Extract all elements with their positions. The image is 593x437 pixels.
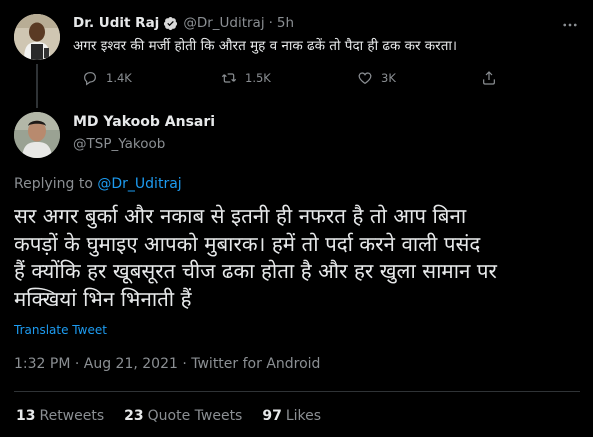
share-button[interactable] [481,70,505,86]
retweet-icon [221,73,237,83]
quote-tweets-stat[interactable]: 23 Quote Tweets [124,408,242,424]
tweet-line: हैं क्योंकि हर खूबसूरत चीज ढका होता है औ… [14,259,497,283]
reply-count: 1.4K [106,71,132,85]
parent-actions: 1.4K 1.5K 3K [0,70,593,86]
retweets-label: Retweets [39,408,105,424]
avatar-udit-raj[interactable] [14,14,60,60]
replying-prefix: Replying to [14,176,98,192]
parent-handle[interactable]: @Dr_Uditraj [183,15,264,31]
retweets-stat[interactable]: 13 Retweets [16,408,104,424]
parent-author-name[interactable]: Dr. Udit Raj [73,15,159,31]
retweets-count: 13 [16,408,36,424]
quotes-label: Quote Tweets [147,408,243,424]
replying-to-link[interactable]: @Dr_Uditraj [97,176,181,192]
main-handle[interactable]: @TSP_Yakoob [73,136,165,152]
main-tweet-text: सर अगर बुर्का और नकाब से इतनी ही नफरत है… [14,203,579,313]
header-separator: · [268,15,273,31]
quotes-count: 23 [124,408,144,424]
like-count: 3K [381,71,396,85]
main-author-name[interactable]: MD Yakoob Ansari [73,114,215,130]
divider [14,391,580,392]
likes-label: Likes [285,408,322,424]
parent-tweet[interactable]: Dr. Udit Raj @Dr_Uditraj · 5h अगर इश्वर … [0,0,593,108]
tweet-timestamp[interactable]: 1:32 PM · Aug 21, 2021 · Twitter for And… [14,356,320,372]
retweet-count: 1.5K [245,71,271,85]
retweet-button[interactable]: 1.5K [221,70,271,86]
tweet-line: मक्खियां भिन भिनाती हैं [14,286,192,311]
avatar-yakoob-ansari[interactable] [14,112,60,158]
like-button[interactable]: 3K [357,70,396,86]
translate-tweet-link[interactable]: Translate Tweet [14,323,107,337]
parent-time[interactable]: 5h [277,15,294,31]
more-icon[interactable] [561,16,579,34]
replying-to: Replying to @Dr_Uditraj [14,176,182,192]
reply-icon [84,72,96,86]
likes-count: 97 [262,408,282,424]
share-icon [483,71,495,85]
tweet-line: सर अगर बुर्का और नकाब से इतनी ही नफरत है… [14,204,467,228]
verified-icon [163,16,178,31]
like-icon [358,72,372,85]
likes-stat[interactable]: 97 Likes [262,408,321,424]
reply-button[interactable]: 1.4K [82,70,132,86]
parent-tweet-text: अगर इश्वर की मर्जी होती कि औरत मुह व नाक… [73,38,458,54]
tweet-line: कपड़ों के घुमाइए आपको मुबारक। हमें तो पर… [14,231,481,256]
parent-tweet-header: Dr. Udit Raj @Dr_Uditraj · 5h [73,13,294,33]
tweet-stats: 13 Retweets 23 Quote Tweets 97 Likes [16,408,341,424]
